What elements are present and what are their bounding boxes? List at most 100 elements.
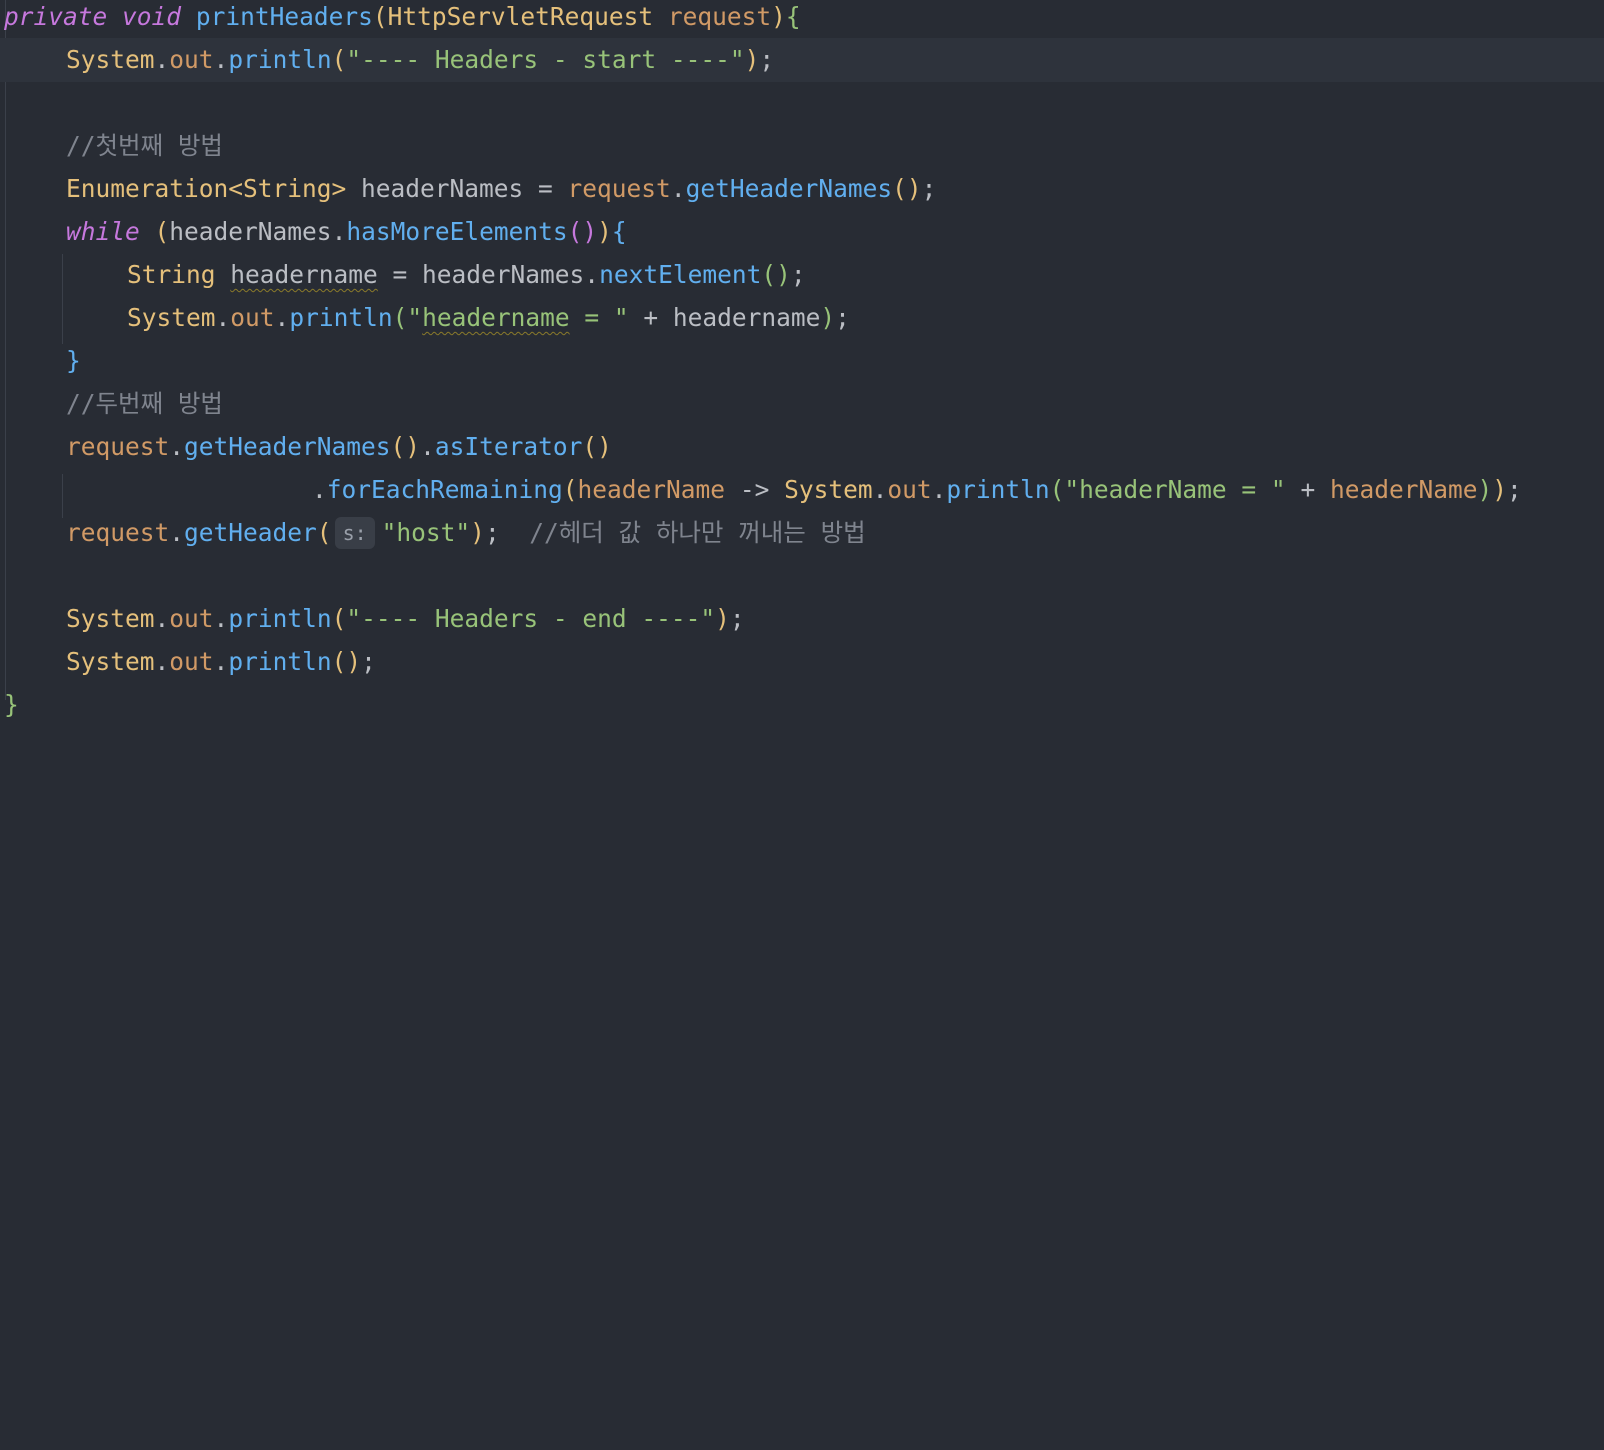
- code-line[interactable]: }: [0, 339, 1604, 383]
- keyword-private: private: [4, 2, 108, 31]
- lambda-arrow: ->: [725, 475, 785, 504]
- dot: .: [312, 475, 327, 504]
- paren: (: [392, 303, 408, 332]
- code-line[interactable]: request.getHeader(s: "host"); //헤더 값 하나만 …: [0, 511, 1604, 555]
- paren: (: [331, 45, 347, 74]
- dot: .: [931, 475, 947, 504]
- string-literal: "---- Headers - start ----": [346, 45, 745, 74]
- dot: .: [169, 518, 185, 547]
- variable-ref: headerNames: [169, 217, 332, 246]
- field-ref: out: [169, 604, 214, 633]
- code-line[interactable]: String headername = headerNames.nextElem…: [0, 253, 1604, 297]
- method-call: println: [228, 45, 332, 74]
- method-call: forEachRemaining: [326, 475, 563, 504]
- code-line[interactable]: request.getHeaderNames().asIterator(): [0, 425, 1604, 469]
- code-line[interactable]: Enumeration<String> headerNames = reques…: [0, 167, 1604, 211]
- dot: .: [169, 432, 185, 461]
- string-literal-warning: headername: [422, 303, 570, 332]
- brace: {: [785, 2, 801, 31]
- dot: .: [213, 604, 229, 633]
- class-ref: System: [66, 604, 155, 633]
- paren: ): [597, 217, 612, 246]
- paren: (: [316, 518, 332, 547]
- paren: (): [331, 647, 362, 676]
- code-line[interactable]: .forEachRemaining(headerName -> System.o…: [0, 468, 1604, 512]
- code-line[interactable]: //두번째 방법: [0, 382, 1604, 426]
- code-line[interactable]: private void printHeaders(HttpServletReq…: [0, 0, 1604, 39]
- paren: ): [771, 2, 786, 31]
- dot: .: [154, 604, 170, 633]
- class-ref: System: [127, 303, 216, 332]
- paren: (: [331, 604, 347, 633]
- comment: //첫번째 방법: [66, 131, 223, 160]
- code-line[interactable]: System.out.println();: [0, 640, 1604, 684]
- field-ref: out: [230, 303, 275, 332]
- code-editor[interactable]: private void printHeaders(HttpServletReq…: [0, 0, 1604, 750]
- paren: ): [715, 604, 730, 633]
- dot: .: [213, 647, 229, 676]
- dot: .: [331, 217, 347, 246]
- paren: (: [1049, 475, 1065, 504]
- semicolon: ;: [1507, 475, 1522, 504]
- method-call: println: [228, 604, 332, 633]
- param-ref: request: [66, 432, 170, 461]
- paren: (): [582, 432, 612, 461]
- method-call: getHeaderNames: [184, 432, 391, 461]
- generic-type: <String>: [228, 174, 347, 203]
- method-call: asIterator: [434, 432, 583, 461]
- paren: (: [154, 217, 170, 246]
- method-name: printHeaders: [195, 2, 373, 31]
- class-ref: System: [66, 647, 155, 676]
- code-line-current[interactable]: System.out.println("---- Headers - start…: [0, 38, 1604, 82]
- brace: }: [4, 690, 19, 719]
- dot: .: [872, 475, 888, 504]
- comment: //헤더 값 하나만 꺼내는 방법: [529, 518, 866, 547]
- string-literal: ": [407, 303, 423, 332]
- parameter-hint: s:: [334, 517, 375, 549]
- paren: (): [761, 260, 791, 289]
- class-ref: System: [784, 475, 873, 504]
- code-line[interactable]: }: [0, 683, 1604, 727]
- field-ref: out: [169, 647, 214, 676]
- semicolon: ;: [729, 604, 745, 633]
- code-line[interactable]: //첫번째 방법: [0, 124, 1604, 168]
- code-line[interactable]: System.out.println("---- Headers - end -…: [0, 597, 1604, 641]
- code-line[interactable]: while (headerNames.hasMoreElements()){: [0, 210, 1604, 254]
- dot: .: [154, 45, 170, 74]
- paren: (: [372, 2, 388, 31]
- paren: (): [390, 432, 421, 461]
- param-name: request: [667, 2, 772, 31]
- paren: ): [1492, 475, 1507, 504]
- paren: ): [744, 45, 760, 74]
- lambda-param: headerName: [577, 475, 726, 504]
- paren: ): [820, 303, 836, 332]
- paren: (: [562, 475, 578, 504]
- class-ref: String: [127, 260, 216, 289]
- brace: {: [611, 217, 627, 246]
- method-call: println: [946, 475, 1050, 504]
- string-literal: "host": [381, 518, 471, 547]
- dot: .: [213, 45, 229, 74]
- semicolon: ;: [790, 260, 806, 289]
- semicolon: ;: [835, 303, 850, 332]
- code-line[interactable]: System.out.println("headername = " + hea…: [0, 296, 1604, 340]
- semicolon: ;: [361, 647, 376, 676]
- method-call: hasMoreElements: [346, 217, 568, 246]
- dot: .: [670, 174, 686, 203]
- method-call: nextElement: [599, 260, 762, 289]
- variable-warning: headername: [230, 260, 378, 289]
- method-call: println: [228, 647, 332, 676]
- method-call: println: [289, 303, 393, 332]
- semicolon: ;: [921, 174, 937, 203]
- string-literal: = ": [569, 303, 629, 332]
- param-ref: request: [66, 518, 170, 547]
- param-type: HttpServletRequest: [387, 2, 654, 31]
- assignment: = headerNames.: [377, 260, 600, 289]
- brace: }: [66, 346, 81, 375]
- string-literal: "headerName = ": [1064, 475, 1286, 504]
- paren: (): [892, 174, 922, 203]
- variable-decl: headerNames =: [346, 174, 568, 203]
